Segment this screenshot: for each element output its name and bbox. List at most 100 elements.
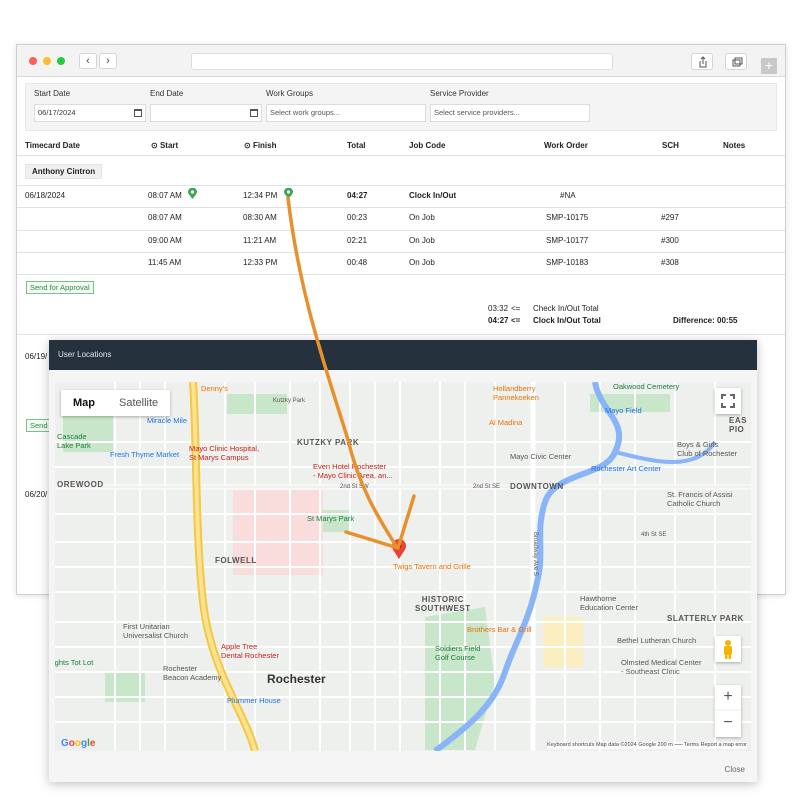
map-label-hollandberry[interactable]: Hollandberry Pannekoeken xyxy=(493,384,539,402)
map-label-miracle-mile[interactable]: Miracle Mile xyxy=(147,416,187,425)
row3-finish: 11:21 AM xyxy=(243,236,277,245)
check-total-value: 03:32 xyxy=(488,304,509,313)
map-label-st-francis[interactable]: St. Francis of Assisi Catholic Church xyxy=(667,490,732,508)
address-bar[interactable] xyxy=(191,53,613,70)
new-tab-icon[interactable]: + xyxy=(761,58,777,74)
share-icon[interactable] xyxy=(691,53,713,70)
close-button[interactable]: Close xyxy=(725,765,745,774)
start-location-pin-icon[interactable] xyxy=(188,188,197,199)
map-label-st-marys-park[interactable]: St Marys Park xyxy=(307,514,354,523)
fullscreen-icon[interactable] xyxy=(715,388,741,414)
service-provider-placeholder: Select service providers... xyxy=(434,108,520,117)
divider xyxy=(17,155,785,156)
map-label-cascade-lake-park[interactable]: Cascade Lake Park xyxy=(57,432,91,450)
employee-name: Anthony Cintron xyxy=(25,164,103,179)
map-label-soldiers-field[interactable]: Soldiers Field Golf Course xyxy=(435,644,480,662)
clock-total-arrow: <= xyxy=(511,316,521,325)
map-label-mayo-hospital[interactable]: Mayo Clinic Hospital, St Marys Campus xyxy=(189,444,259,462)
map-label-orewood: OREWOOD xyxy=(57,480,104,489)
map-label-even-hotel[interactable]: Even Hotel Rochester - Mayo Clinic Area,… xyxy=(313,462,393,480)
map-label-brothers-bar[interactable]: Brothers Bar & Grill xyxy=(467,625,532,634)
row4-sch: #308 xyxy=(661,258,679,267)
header-sch: SCH xyxy=(662,141,679,150)
tabs-icon[interactable] xyxy=(725,53,747,70)
minimize-window-dot[interactable] xyxy=(43,57,51,65)
send-for-approval-button[interactable]: Send for Approval xyxy=(26,281,94,294)
map-label-first-unitarian[interactable]: First Unitarian Universalist Church xyxy=(123,622,188,640)
modal-title: User Locations xyxy=(49,340,757,370)
map-label-4th-st-se: 4th St SE xyxy=(641,532,667,538)
map-label-plummer-house[interactable]: Plummer House xyxy=(227,696,281,705)
divider xyxy=(17,230,785,231)
row4-order: SMP-10183 xyxy=(546,258,589,267)
map-type-map-button[interactable]: Map xyxy=(61,390,107,416)
map-label-boys-girls-club[interactable]: Boys & Girls Club of Rochester xyxy=(677,440,737,458)
work-groups-placeholder: Select work groups... xyxy=(270,108,341,117)
map-label-bethel[interactable]: Bethel Lutheran Church xyxy=(617,636,696,645)
map-label-art-center[interactable]: Rochester Art Center xyxy=(591,464,661,473)
check-total-arrow: <= xyxy=(511,304,521,313)
map-label-east-pio: EAS PIO xyxy=(729,416,747,434)
street-view-pegman-icon[interactable] xyxy=(715,636,741,662)
screenshot-stage: { "filters": { "start_date_label": "Star… xyxy=(0,0,800,800)
end-date-input[interactable] xyxy=(150,104,262,122)
map-label-twigs[interactable]: Twigs Tavern and Grille xyxy=(393,562,471,571)
row4-job: On Job xyxy=(409,258,435,267)
map-label-mayo-civic[interactable]: Mayo Civic Center xyxy=(510,452,571,461)
map-label-downtown: DOWNTOWN xyxy=(510,482,564,491)
map-label-apple-tree[interactable]: Apple Tree Dental Rochester xyxy=(221,642,279,660)
map-label-heights-tot-lot[interactable]: ights Tot Lot xyxy=(55,658,93,667)
divider xyxy=(17,185,785,186)
start-date-input[interactable]: 06/17/2024 xyxy=(34,104,146,122)
work-groups-select[interactable]: Select work groups... xyxy=(266,104,426,122)
maximize-window-dot[interactable] xyxy=(57,57,65,65)
map-view[interactable]: Denny's Kutzky Park Miracle Mile Cascade… xyxy=(55,382,751,751)
map-label-rochester: Rochester xyxy=(267,672,326,686)
send-button-partial[interactable]: Send xyxy=(26,419,52,432)
check-total-label: Check In/Out Total xyxy=(533,304,599,313)
header-notes: Notes xyxy=(723,141,746,150)
start-date-label: Start Date xyxy=(34,89,71,98)
map-label-oakwood-cemetery[interactable]: Oakwood Cemetery xyxy=(613,382,679,391)
zoom-out-button[interactable]: − xyxy=(715,711,741,737)
map-label-broadway: Broadway Ave S xyxy=(532,532,538,576)
service-provider-select[interactable]: Select service providers... xyxy=(430,104,590,122)
map-label-olmsted[interactable]: Olmsted Medical Center - Southeast Clini… xyxy=(621,658,701,676)
map-label-dennys[interactable]: Denny's xyxy=(201,384,228,393)
map-footer[interactable]: Keyboard shortcuts Map data ©2024 Google… xyxy=(547,742,747,749)
calendar-icon[interactable] xyxy=(250,109,258,117)
filter-panel: Start Date 06/17/2024 End Date Work Grou… xyxy=(25,83,777,131)
row4-finish: 12:33 PM xyxy=(243,258,278,267)
close-window-dot[interactable] xyxy=(29,57,37,65)
map-type-satellite-button[interactable]: Satellite xyxy=(107,390,170,416)
map-label-fresh-thyme[interactable]: Fresh Thyme Market xyxy=(110,450,179,459)
row1-start: 08:07 AM xyxy=(148,191,182,200)
map-label-mayo-field[interactable]: Mayo Field xyxy=(605,406,642,415)
work-groups-label: Work Groups xyxy=(266,89,313,98)
divider xyxy=(17,274,785,275)
zoom-in-button[interactable]: + xyxy=(715,685,741,711)
back-icon[interactable]: ‹ xyxy=(79,53,97,69)
row2-sch: #297 xyxy=(661,213,679,222)
location-marker-icon[interactable] xyxy=(392,539,406,559)
row1-total: 04:27 xyxy=(347,191,368,200)
header-finish-label: Finish xyxy=(252,141,277,150)
row1-order: #NA xyxy=(560,191,576,200)
row2-job: On Job xyxy=(409,213,435,222)
header-start-label: Start xyxy=(159,141,179,150)
row2-start: 08:07 AM xyxy=(148,213,182,222)
row2-finish: 08:30 AM xyxy=(243,213,277,222)
map-label-al-madina[interactable]: Al Madina xyxy=(489,418,522,427)
map-label-beacon-academy[interactable]: Rochester Beacon Academy xyxy=(163,664,221,682)
map-label-hawthorne[interactable]: Hawthorne Education Center xyxy=(580,594,638,612)
map-label-2nd-st-sw: 2nd St SW xyxy=(340,484,369,490)
calendar-icon[interactable] xyxy=(134,109,142,117)
map-label-2nd-st-se: 2nd St SE xyxy=(473,484,501,490)
forward-icon[interactable]: › xyxy=(99,53,117,69)
clock-icon: ⊙ xyxy=(244,141,253,150)
finish-location-pin-icon[interactable] xyxy=(284,188,293,199)
map-label-slatterly-park: SLATTERLY PARK xyxy=(667,614,744,623)
clock-total-value: 04:27 xyxy=(488,316,509,325)
row3-job: On Job xyxy=(409,236,435,245)
map-label-kutzky-park-road: Kutzky Park xyxy=(273,398,306,404)
